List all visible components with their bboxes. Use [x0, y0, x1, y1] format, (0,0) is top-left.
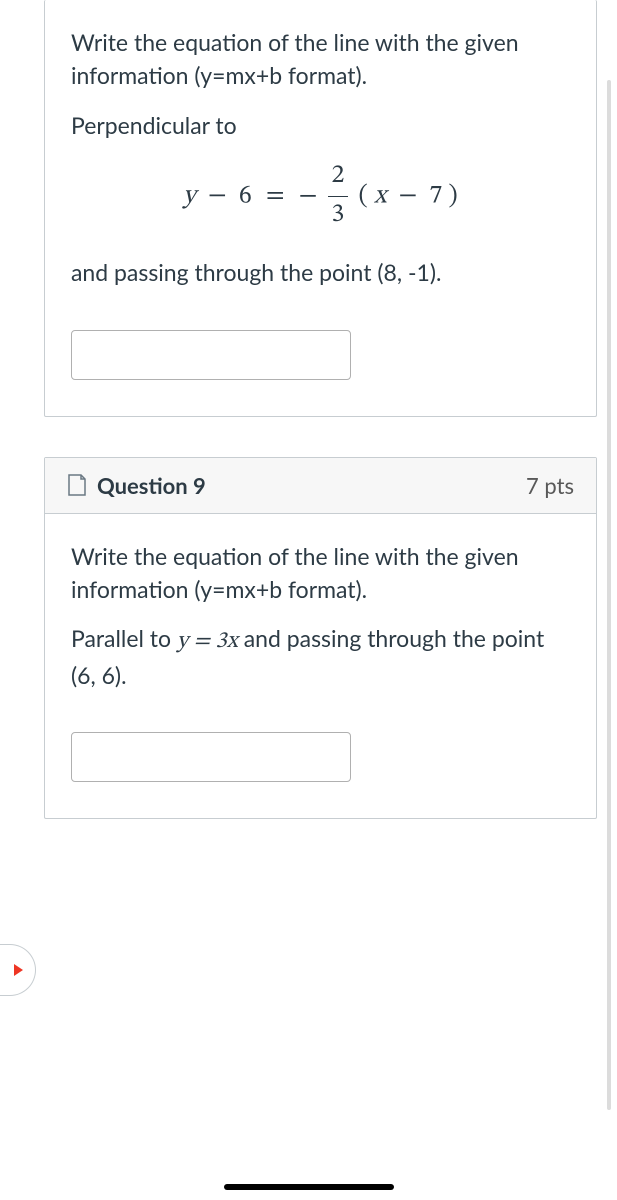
q9-inline-eq: y = 3x [177, 630, 238, 653]
q8-prompt-1: Write the equation of the line with the … [71, 26, 570, 93]
eq-minus2: − [399, 183, 418, 209]
q8-equation: y − 6 = − 2 3 ( x − 7 ) [71, 158, 570, 234]
question-9-points: 7 pts [526, 472, 574, 499]
question-9-header: Question 9 7 pts [45, 458, 596, 514]
eq-rparen: ) [448, 183, 457, 209]
q8-prompt-3: and passing through the point (8, -1). [71, 256, 570, 289]
question-8-box: Write the equation of the line with the … [44, 0, 597, 417]
question-8-body: Write the equation of the line with the … [45, 0, 596, 416]
eq-minus: − [208, 183, 227, 209]
q9-prompt-2: Parallel to y = 3x and passing through t… [71, 622, 570, 692]
eq-equals: = [266, 183, 285, 209]
q9-prompt-2-pre: Parallel to [71, 624, 177, 652]
question-9-box: Question 9 7 pts Write the equation of t… [44, 457, 597, 819]
question-9-body: Write the equation of the line with the … [45, 514, 596, 818]
note-icon [67, 473, 87, 497]
eq-6: 6 [239, 183, 252, 209]
eq-x: x [374, 183, 386, 209]
content-area: Write the equation of the line with the … [0, 0, 617, 819]
play-icon [12, 963, 24, 977]
eq-neg: − [299, 183, 318, 209]
home-indicator [224, 1184, 394, 1190]
q8-answer-input[interactable] [71, 330, 351, 380]
scrollbar[interactable] [607, 80, 611, 1110]
expand-handle[interactable] [0, 944, 36, 996]
question-9-title: Question 9 [97, 472, 206, 499]
eq-lparen: ( [359, 183, 368, 209]
eq-fraction: 2 3 [328, 158, 349, 234]
q9-prompt-1: Write the equation of the line with the … [71, 540, 570, 607]
eq-7: 7 [429, 183, 442, 209]
q8-prompt-2: Perpendicular to [71, 109, 570, 142]
q9-answer-input[interactable] [71, 732, 351, 782]
eq-y: y [183, 183, 196, 209]
viewport: Write the equation of the line with the … [0, 0, 617, 1200]
eq-frac-num: 2 [328, 158, 349, 196]
eq-frac-den: 3 [328, 196, 349, 235]
